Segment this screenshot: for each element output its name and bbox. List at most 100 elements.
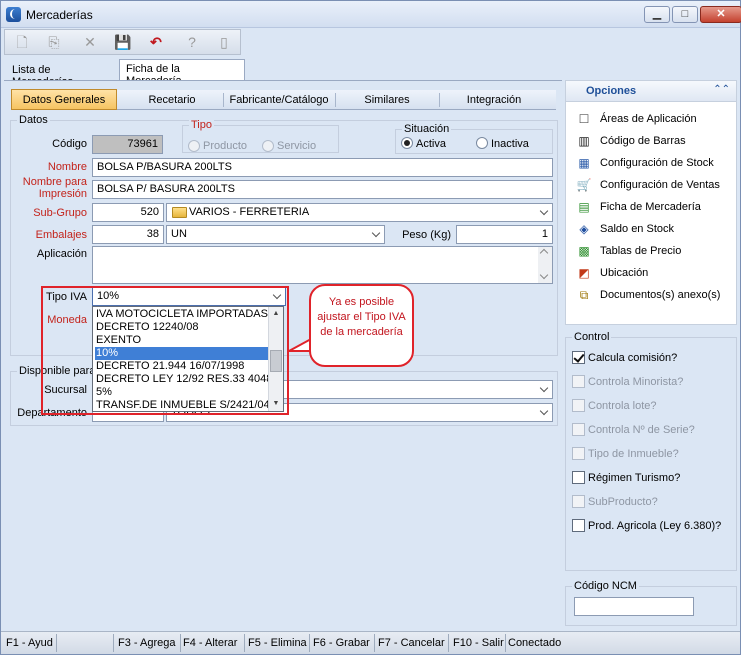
subgrupo-code-field[interactable]: 520 bbox=[92, 203, 164, 222]
scroll-up-icon[interactable] bbox=[539, 248, 549, 258]
embalajes-label: Embalajes bbox=[35, 229, 87, 241]
embalajes-unit-value: UN bbox=[171, 228, 187, 240]
copy-icon[interactable]: ⎘ bbox=[42, 32, 66, 53]
subgrupo-select[interactable]: VARIOS - FERRETERIA bbox=[166, 203, 553, 222]
control-checkbox-label: Controla Nº de Serie? bbox=[588, 424, 695, 436]
ncm-field[interactable] bbox=[574, 597, 694, 616]
opciones-item[interactable]: ▦ Configuración de Stock bbox=[576, 154, 734, 172]
control-checkbox[interactable] bbox=[572, 423, 585, 436]
status-separator bbox=[309, 634, 310, 652]
situacion-inactiva-label: Inactiva bbox=[491, 138, 529, 150]
control-checkbox[interactable] bbox=[572, 399, 585, 412]
opciones-item-label: Ubicación bbox=[600, 267, 649, 279]
peso-field[interactable]: 1 bbox=[456, 225, 553, 244]
collapse-chevron-icon[interactable]: ⌃⌃ bbox=[713, 84, 730, 95]
status-separator bbox=[113, 634, 114, 652]
sheet-icon: ▤ bbox=[578, 200, 590, 214]
status-bar: F1 - Ayud F3 - Agrega F4 - Alterar F5 - … bbox=[1, 631, 740, 654]
situacion-activa-radio[interactable] bbox=[401, 137, 413, 149]
connection-status: Conectado bbox=[508, 637, 562, 649]
control-checkbox[interactable] bbox=[572, 495, 585, 508]
control-checkbox-label: Prod. Agricola (Ley 6.380)? bbox=[588, 520, 722, 532]
control-checkbox-label: SubProducto? bbox=[588, 496, 658, 508]
subgrupo-value: VARIOS - FERRETERIA bbox=[189, 206, 310, 218]
nombre-field[interactable]: BOLSA P/BASURA 200LTS bbox=[92, 158, 553, 177]
tab-separator bbox=[223, 93, 224, 107]
opciones-item[interactable]: ⧉ Documentos(s) anexo(s) bbox=[576, 286, 734, 304]
opciones-title: Opciones bbox=[586, 85, 637, 97]
tab-fabricante-catalogo[interactable]: Fabricante/Catálogo bbox=[225, 90, 333, 110]
undo-icon[interactable]: ↶ bbox=[144, 32, 168, 53]
aplicacion-scrollbar[interactable] bbox=[538, 247, 552, 283]
control-checkbox[interactable] bbox=[572, 351, 585, 364]
opciones-item-label: Áreas de Aplicación bbox=[600, 113, 697, 125]
f3-add-shortcut[interactable]: F3 - Agrega bbox=[118, 637, 175, 649]
ncm-title: Código NCM bbox=[572, 580, 639, 592]
control-title: Control bbox=[572, 331, 612, 343]
status-separator bbox=[180, 634, 181, 652]
tab-integracion[interactable]: Integración bbox=[441, 90, 547, 110]
inner-tabs: Datos Generales Recetario Fabricante/Cat… bbox=[11, 89, 556, 110]
opciones-item[interactable]: ◈ Saldo en Stock bbox=[576, 220, 734, 238]
maximize-button[interactable]: □ bbox=[672, 6, 698, 23]
aplicacion-textarea[interactable] bbox=[92, 246, 553, 284]
codigo-label: Código bbox=[52, 138, 87, 150]
tab-datos-generales[interactable]: Datos Generales bbox=[11, 89, 117, 110]
situacion-inactiva-radio[interactable] bbox=[476, 137, 488, 149]
delete-icon[interactable]: ✕ bbox=[78, 32, 102, 53]
cart-icon: 🛒 bbox=[576, 178, 592, 192]
f6-save-shortcut[interactable]: F6 - Grabar bbox=[313, 637, 370, 649]
situacion-title: Situación bbox=[402, 123, 452, 135]
tab-ficha-mercaderia[interactable]: Ficha de la Mercadería bbox=[119, 59, 245, 87]
tab-similares[interactable]: Similares bbox=[337, 90, 437, 110]
f10-exit-shortcut[interactable]: F10 - Salir bbox=[453, 637, 504, 649]
f5-delete-shortcut[interactable]: F5 - Elimina bbox=[248, 637, 307, 649]
embalajes-unit-select[interactable]: UN bbox=[166, 225, 385, 244]
opciones-item[interactable]: ▩ Tablas de Precio bbox=[576, 242, 734, 260]
close-button[interactable]: ✕ bbox=[700, 6, 741, 23]
control-checkbox[interactable] bbox=[572, 447, 585, 460]
embalajes-qty-field[interactable]: 38 bbox=[92, 225, 164, 244]
opciones-panel: Opciones ⌃⌃ ☐ Áreas de Aplicación ▥ Código … bbox=[565, 80, 737, 325]
nombre-impresion-field[interactable]: BOLSA P/ BASURA 200LTS bbox=[92, 180, 553, 199]
codigo-field[interactable]: 73961 bbox=[92, 135, 163, 154]
nombre-impresion-label-line2: Impresión bbox=[38, 188, 87, 200]
opciones-item-label: Configuración de Ventas bbox=[600, 179, 720, 191]
window-title: Mercaderías bbox=[26, 8, 93, 22]
control-checkbox[interactable] bbox=[572, 471, 585, 484]
opciones-item[interactable]: ▥ Código de Barras bbox=[576, 132, 734, 150]
opciones-item-label: Código de Barras bbox=[600, 135, 686, 147]
exit-icon[interactable]: ▯ bbox=[212, 32, 236, 53]
tab-lista-mercaderias[interactable]: Lista de Mercaderías bbox=[5, 60, 118, 88]
situacion-activa-label: Activa bbox=[416, 138, 446, 150]
minimize-button[interactable]: ▁ bbox=[644, 6, 670, 23]
tab-recetario[interactable]: Recetario bbox=[125, 90, 219, 110]
control-checkbox[interactable] bbox=[572, 519, 585, 532]
opciones-item[interactable]: ☐ Áreas de Aplicación bbox=[576, 110, 734, 128]
tipo-servicio-radio[interactable] bbox=[262, 140, 274, 152]
control-checkbox[interactable] bbox=[572, 375, 585, 388]
help-icon[interactable]: ? bbox=[180, 32, 204, 53]
control-checkbox-label: Calcula comisión? bbox=[588, 352, 678, 364]
ncm-group: Código NCM bbox=[565, 580, 737, 626]
f4-alter-shortcut[interactable]: F4 - Alterar bbox=[183, 637, 237, 649]
tipo-producto-radio[interactable] bbox=[188, 140, 200, 152]
map-icon: ◩ bbox=[578, 266, 590, 280]
f1-help-shortcut[interactable]: F1 - Ayud bbox=[6, 637, 53, 649]
f7-cancel-shortcut[interactable]: F7 - Cancelar bbox=[378, 637, 445, 649]
annotation-callout: Ya es posible ajustar el Tipo IVA de la … bbox=[309, 284, 414, 367]
opciones-item[interactable]: ▤ Ficha de Mercadería bbox=[576, 198, 734, 216]
chevron-down-icon bbox=[540, 208, 549, 217]
dropbox-icon: ◈ bbox=[579, 222, 589, 236]
opciones-item[interactable]: ◩ Ubicación bbox=[576, 264, 734, 282]
opciones-item[interactable]: 🛒 Configuración de Ventas bbox=[576, 176, 734, 194]
status-separator bbox=[56, 634, 57, 652]
title-bar: Mercaderías ▁ □ ✕ bbox=[1, 1, 741, 28]
save-icon[interactable]: 💾 bbox=[111, 32, 135, 53]
new-icon[interactable]: 🗋 bbox=[10, 32, 34, 53]
scroll-down-icon[interactable] bbox=[539, 270, 549, 280]
control-checkbox-label: Régimen Turismo? bbox=[588, 472, 681, 484]
status-separator bbox=[505, 634, 506, 652]
attachment-icon: ⧉ bbox=[579, 288, 589, 302]
opciones-header[interactable]: Opciones ⌃⌃ bbox=[566, 81, 736, 102]
